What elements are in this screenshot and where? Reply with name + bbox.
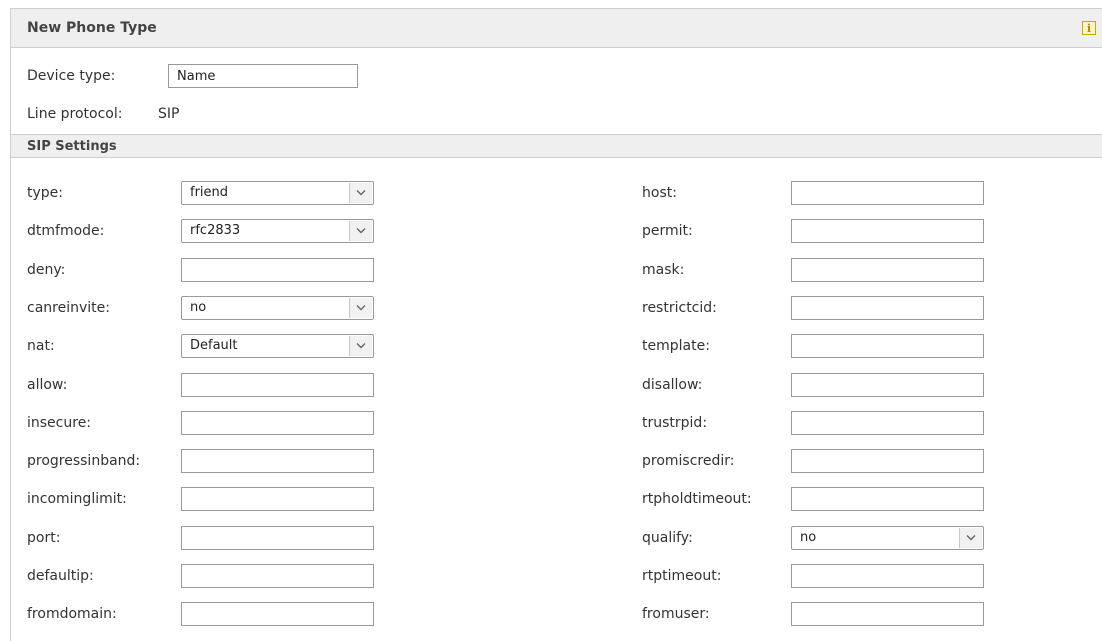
field-progressinband: progressinband: [27, 449, 381, 473]
field-dtmfmode: dtmfmode: rfc2833 [27, 219, 381, 243]
device-type-input[interactable] [168, 64, 358, 88]
defaultip-input[interactable] [181, 564, 374, 588]
restrictcid-input[interactable] [791, 296, 984, 320]
fromuser-input[interactable] [791, 602, 984, 626]
canreinvite-selected-value: no [190, 300, 207, 315]
field-deny: deny: [27, 258, 381, 282]
chevron-down-icon[interactable] [349, 336, 372, 356]
type-selected-value: friend [190, 185, 229, 200]
field-insecure: insecure: [27, 411, 381, 435]
host-input[interactable] [791, 181, 984, 205]
line-protocol-value: SIP [158, 106, 180, 122]
dtmfmode-selected-value: rfc2833 [190, 223, 241, 238]
disallow-input[interactable] [791, 373, 984, 397]
port-input[interactable] [181, 526, 374, 550]
template-label: template: [642, 338, 710, 354]
permit-input[interactable] [791, 219, 984, 243]
device-type-label: Device type: [27, 68, 116, 84]
field-allow: allow: [27, 373, 381, 397]
rtpholdtimeout-input[interactable] [791, 487, 984, 511]
field-trustrpid: trustrpid: [642, 411, 991, 435]
promiscredir-label: promiscredir: [642, 453, 735, 469]
deny-input[interactable] [181, 258, 374, 282]
nat-selected-value: Default [190, 338, 238, 353]
deny-label: deny: [27, 262, 66, 278]
field-host: host: [642, 181, 991, 205]
field-fromdomain: fromdomain: [27, 602, 381, 626]
progressinband-input[interactable] [181, 449, 374, 473]
line-protocol-label: Line protocol: [27, 106, 123, 122]
type-select[interactable]: friend [181, 181, 374, 205]
incominglimit-input[interactable] [181, 487, 374, 511]
info-icon[interactable]: i [1082, 21, 1096, 35]
nat-select[interactable]: Default [181, 334, 374, 358]
fromuser-label: fromuser: [642, 606, 710, 622]
panel-title: New Phone Type [27, 20, 157, 36]
chevron-down-icon[interactable] [959, 528, 982, 548]
field-rtptimeout: rtptimeout: [642, 564, 991, 588]
dtmfmode-label: dtmfmode: [27, 223, 105, 239]
new-phone-type-panel: New Phone Type i Device type: Line proto… [10, 8, 1102, 641]
rtptimeout-label: rtptimeout: [642, 568, 722, 584]
field-incominglimit: incominglimit: [27, 487, 381, 511]
field-rtpholdtimeout: rtpholdtimeout: [642, 487, 991, 511]
canreinvite-select[interactable]: no [181, 296, 374, 320]
nat-label: nat: [27, 338, 55, 354]
qualify-label: qualify: [642, 530, 693, 546]
line-protocol-row: Line protocol: SIP [27, 106, 179, 122]
chevron-down-icon[interactable] [349, 183, 372, 203]
progressinband-label: progressinband: [27, 453, 141, 469]
insecure-input[interactable] [181, 411, 374, 435]
rtptimeout-input[interactable] [791, 564, 984, 588]
field-template: template: [642, 334, 991, 358]
trustrpid-label: trustrpid: [642, 415, 708, 431]
field-permit: permit: [642, 219, 991, 243]
field-canreinvite: canreinvite: no [27, 296, 381, 320]
qualify-select[interactable]: no [791, 526, 984, 550]
disallow-label: disallow: [642, 377, 703, 393]
port-label: port: [27, 530, 61, 546]
permit-label: permit: [642, 223, 693, 239]
field-restrictcid: restrictcid: [642, 296, 991, 320]
sip-settings-header: SIP Settings [11, 134, 1102, 158]
fromdomain-input[interactable] [181, 602, 374, 626]
field-defaultip: defaultip: [27, 564, 381, 588]
mask-label: mask: [642, 262, 685, 278]
field-mask: mask: [642, 258, 991, 282]
canreinvite-label: canreinvite: [27, 300, 110, 316]
incominglimit-label: incominglimit: [27, 491, 127, 507]
fromdomain-label: fromdomain: [27, 606, 117, 622]
mask-input[interactable] [791, 258, 984, 282]
defaultip-label: defaultip: [27, 568, 94, 584]
field-nat: nat: Default [27, 334, 381, 358]
restrictcid-label: restrictcid: [642, 300, 717, 316]
trustrpid-input[interactable] [791, 411, 984, 435]
panel-header: New Phone Type i [11, 9, 1102, 48]
field-type: type: friend [27, 181, 381, 205]
chevron-down-icon[interactable] [349, 221, 372, 241]
field-port: port: [27, 526, 381, 550]
device-type-row: Device type: [27, 64, 358, 88]
chevron-down-icon[interactable] [349, 298, 372, 318]
field-promiscredir: promiscredir: [642, 449, 991, 473]
rtpholdtimeout-label: rtpholdtimeout: [642, 491, 752, 507]
host-label: host: [642, 185, 677, 201]
field-disallow: disallow: [642, 373, 991, 397]
field-fromuser: fromuser: [642, 602, 991, 626]
field-qualify: qualify: no [642, 526, 991, 550]
dtmfmode-select[interactable]: rfc2833 [181, 219, 374, 243]
promiscredir-input[interactable] [791, 449, 984, 473]
sip-settings-title: SIP Settings [27, 138, 117, 154]
allow-label: allow: [27, 377, 68, 393]
qualify-selected-value: no [800, 530, 817, 545]
template-input[interactable] [791, 334, 984, 358]
type-label: type: [27, 185, 63, 201]
insecure-label: insecure: [27, 415, 92, 431]
allow-input[interactable] [181, 373, 374, 397]
